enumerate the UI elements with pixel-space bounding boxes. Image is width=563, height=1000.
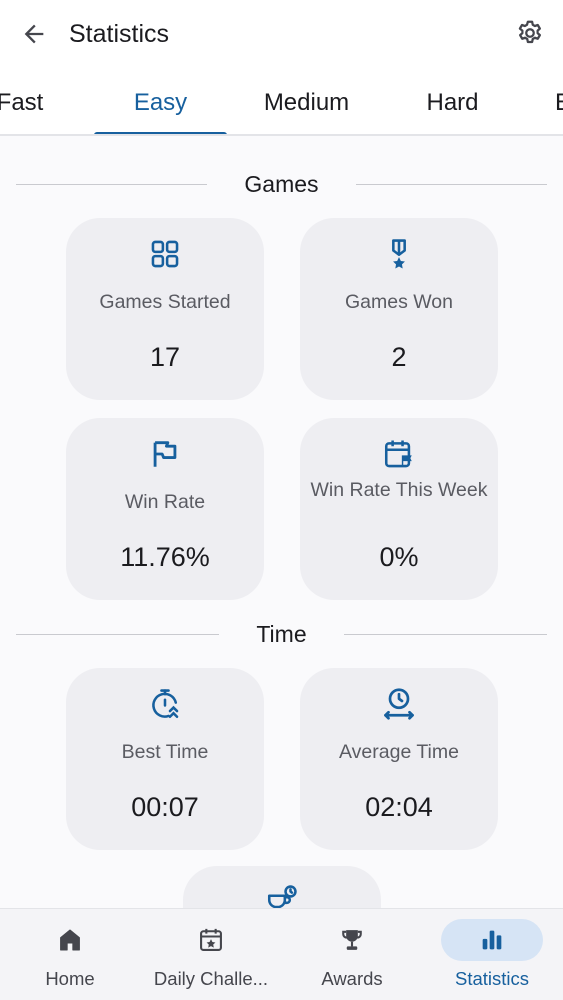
stat-value: 00:07 [131, 792, 199, 822]
stat-card-win-rate: Win Rate 11.76% [66, 418, 264, 600]
stat-label: Games Won [344, 291, 453, 313]
trophy-icon [342, 930, 362, 950]
calendar-flag-icon [384, 440, 412, 468]
clock-range-icon [384, 688, 414, 720]
nav-label: Daily Challe... [153, 968, 269, 989]
tab-label: Hard [426, 89, 479, 116]
stat-label: Games Started [99, 291, 231, 313]
nav-item-daily-challenges[interactable]: Daily Challe... [141, 909, 281, 1000]
tab-fast[interactable]: Fast [0, 72, 60, 134]
nav-item-awards[interactable]: Awards [282, 909, 422, 1000]
stat-card-best-time: Best Time 00:07 [66, 668, 264, 850]
section-header-games: Games [0, 168, 563, 200]
stat-card-partial [183, 866, 381, 908]
divider [356, 184, 547, 185]
back-button[interactable] [18, 18, 50, 50]
stat-value: 2 [391, 342, 407, 372]
divider [344, 634, 547, 635]
calendar-star-icon [200, 928, 222, 951]
bottom-navigation: Home Daily Challe... Awards Statistics [0, 908, 563, 1000]
timer-icon [152, 689, 179, 719]
grid-icon [151, 240, 179, 268]
tab-label: Medium [263, 89, 350, 116]
section-header-time: Time [0, 618, 563, 650]
stat-value: 17 [149, 342, 181, 372]
active-nav-indicator [441, 919, 543, 961]
tab-label: Fast [0, 89, 44, 116]
settings-button[interactable] [513, 16, 547, 50]
stat-value: 02:04 [365, 792, 433, 822]
top-app-bar: Statistics [0, 0, 563, 68]
stat-label: Best Time [121, 741, 209, 763]
stat-label: Win Rate [124, 491, 206, 513]
cup-clock-icon [267, 885, 297, 908]
tab-label: E [555, 89, 563, 117]
stat-card-games-won: Games Won 2 [300, 218, 498, 400]
stat-label: Win Rate This Week [310, 479, 488, 501]
stat-value: 0% [379, 542, 419, 572]
stat-value: 11.76% [120, 542, 210, 572]
nav-item-statistics[interactable]: Statistics [422, 909, 562, 1000]
bar-chart-icon [482, 930, 502, 950]
page-title: Statistics [69, 20, 170, 48]
tab-hard[interactable]: Hard [386, 72, 519, 134]
stat-label: Average Time [339, 741, 459, 763]
tab-easy[interactable]: Easy [94, 72, 227, 134]
difficulty-tabs: Fast Easy Medium Hard E [0, 72, 563, 136]
stat-card-win-rate-this-week: Win Rate This Week 0% [300, 418, 498, 600]
nav-label: Awards [321, 968, 383, 989]
nav-item-home[interactable]: Home [0, 909, 140, 1000]
nav-label: Home [45, 968, 95, 989]
medal-icon [392, 239, 406, 269]
home-icon [60, 929, 80, 951]
nav-label: Statistics [454, 968, 530, 989]
stat-card-average-time: Average Time 02:04 [300, 668, 498, 850]
statistics-content[interactable]: Games Games Started 17 Games Won 2 Win R… [0, 136, 563, 908]
stat-card-games-started: Games Started 17 [66, 218, 264, 400]
gear-icon [518, 20, 541, 44]
tab-extreme[interactable]: E [555, 72, 563, 134]
tab-label: Easy [133, 89, 188, 116]
tab-medium[interactable]: Medium [240, 72, 373, 134]
arrow-back-icon [24, 24, 44, 44]
flag-icon [153, 441, 177, 467]
